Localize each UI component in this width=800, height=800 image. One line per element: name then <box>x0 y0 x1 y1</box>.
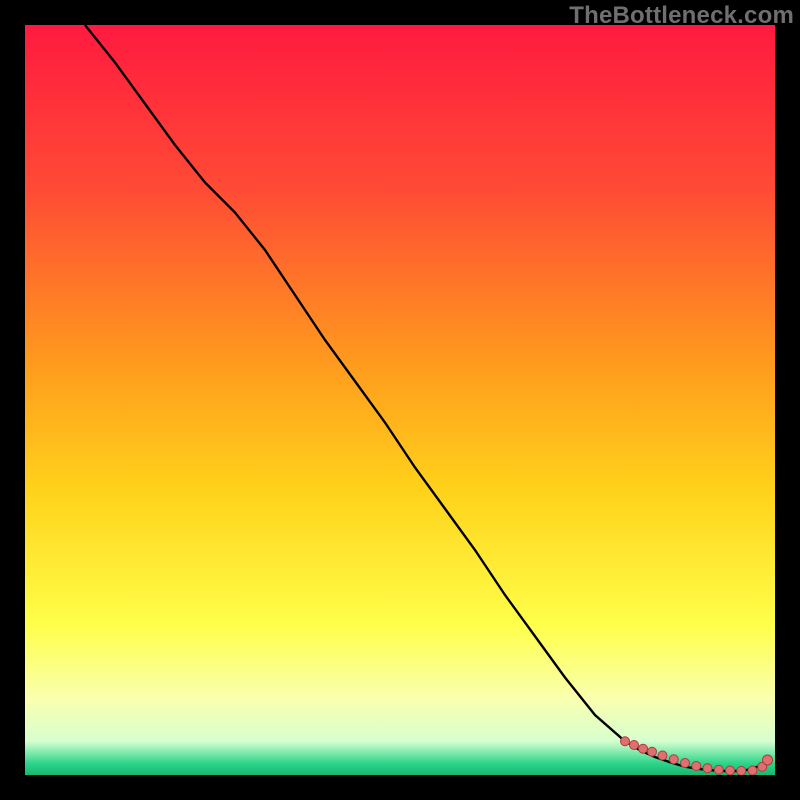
gradient-background <box>25 25 775 775</box>
data-point <box>630 741 639 750</box>
chart-stage: TheBottleneck.com <box>0 0 800 800</box>
data-point <box>621 737 630 746</box>
plot-svg <box>25 25 775 775</box>
data-point <box>669 755 678 764</box>
plot-area <box>25 25 775 775</box>
data-point <box>648 747 657 756</box>
data-point <box>639 744 648 753</box>
watermark-text: TheBottleneck.com <box>569 2 794 30</box>
data-point <box>763 755 773 765</box>
data-point <box>748 766 757 775</box>
data-point <box>681 759 690 768</box>
data-point <box>703 764 712 773</box>
data-point <box>692 762 701 771</box>
data-point <box>737 766 746 775</box>
data-point <box>714 765 723 774</box>
data-point <box>726 766 735 775</box>
data-point <box>658 751 667 760</box>
